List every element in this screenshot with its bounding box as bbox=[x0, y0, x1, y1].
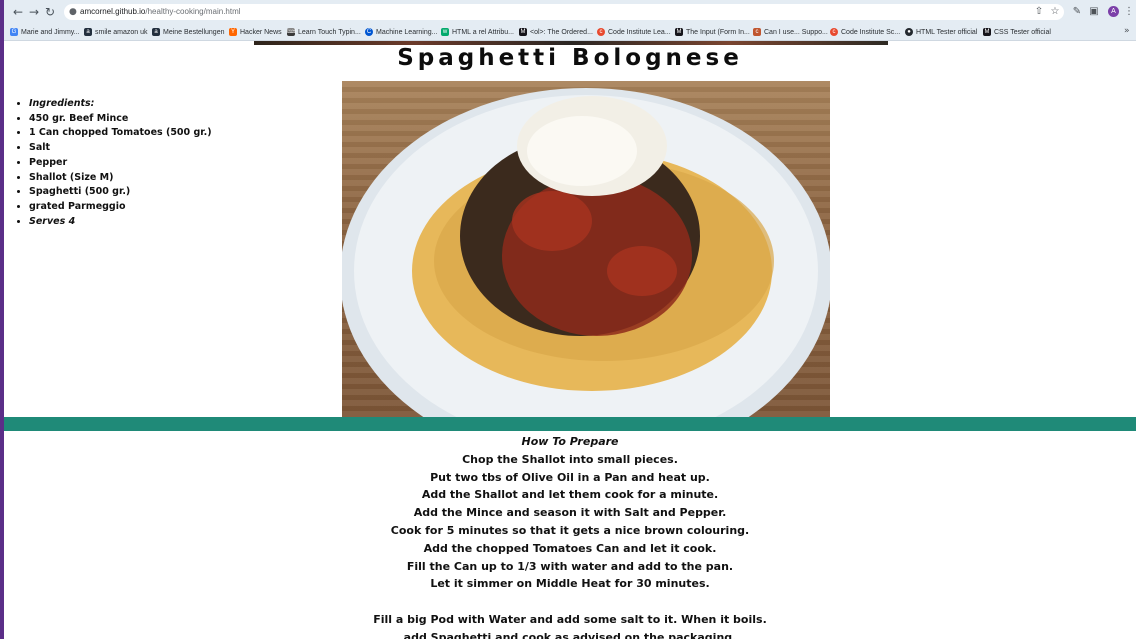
list-item: Spaghetti (500 gr.) bbox=[29, 185, 212, 200]
browser-toolbar: ← → ↻ ● amcornel.github.io/healthy-cooki… bbox=[4, 0, 1136, 25]
bookmark-label: smile amazon uk bbox=[95, 28, 148, 36]
bookmark-label: Learn Touch Typin... bbox=[298, 28, 361, 36]
back-icon[interactable]: ← bbox=[10, 4, 26, 20]
address-bar[interactable]: ● amcornel.github.io/healthy-cooking/mai… bbox=[64, 4, 1064, 20]
how-to-section: How To Prepare Chop the Shallot into sma… bbox=[4, 433, 1136, 639]
list-item: Ingredients: bbox=[29, 97, 212, 112]
forward-icon[interactable]: → bbox=[26, 4, 42, 20]
instruction-line: Add the Shallot and let them cook for a … bbox=[421, 488, 719, 502]
spaghetti-photo bbox=[342, 81, 830, 417]
bookmark-item[interactable]: c Code Institute Sc... bbox=[830, 26, 900, 38]
profile-avatar[interactable]: A bbox=[1108, 6, 1119, 17]
bookmark-label: Code Institute Sc... bbox=[841, 28, 901, 36]
section-divider bbox=[4, 417, 1136, 431]
bookmark-item[interactable]: c Code Institute Lea... bbox=[597, 26, 671, 38]
bookmark-item[interactable]: M CSS Tester official bbox=[983, 26, 1051, 38]
bookmark-label: Hacker News bbox=[240, 28, 282, 36]
instruction-line: add Spaghetti and cook as advised on the… bbox=[403, 630, 737, 639]
code-institute-icon: c bbox=[597, 28, 605, 36]
coursera-icon: C bbox=[365, 28, 373, 36]
instruction-line: Let it simmer on Middle Heat for 30 minu… bbox=[430, 577, 710, 591]
w3schools-icon: w bbox=[441, 28, 449, 36]
lock-icon: ● bbox=[69, 7, 77, 17]
bookmark-item[interactable]: w HTML a rel Attribu... bbox=[441, 26, 514, 38]
bookmark-item[interactable]: ⌨ Learn Touch Typin... bbox=[287, 26, 361, 38]
instruction-line: Chop the Shallot into small pieces. bbox=[462, 452, 678, 466]
github-icon: ● bbox=[905, 28, 913, 36]
list-item: Shallot (Size M) bbox=[29, 171, 212, 186]
page-title: Spaghetti Bolognese bbox=[397, 45, 743, 71]
bookmark-label: CSS Tester official bbox=[994, 28, 1051, 36]
list-item: Salt bbox=[29, 141, 212, 156]
reload-icon[interactable]: ↻ bbox=[42, 4, 58, 20]
bookmarks-bar: G Marie and Jimmy... a smile amazon uk a Me… bbox=[4, 24, 1136, 41]
side-panel-icon[interactable]: ▣ bbox=[1087, 4, 1101, 20]
bookmark-item[interactable]: ● HTML Tester official bbox=[905, 26, 977, 38]
bookmark-item[interactable]: M The Input (Form In... bbox=[675, 26, 750, 38]
ycombinator-icon: Y bbox=[229, 28, 237, 36]
recipe-page: Spaghetti Bolognese Ingredients: 450 gr.… bbox=[4, 41, 1136, 639]
bookmark-item[interactable]: a smile amazon uk bbox=[84, 26, 148, 38]
bookmark-item[interactable]: a Meine Bestellungen bbox=[152, 26, 225, 38]
instruction-line: Fill a big Pod with Water and add some s… bbox=[373, 612, 767, 626]
bookmark-item[interactable]: Y Hacker News bbox=[229, 26, 282, 38]
extensions-icon[interactable]: ✎ bbox=[1070, 4, 1084, 20]
ingredients-list: Ingredients: 450 gr. Beef Mince 1 Can ch… bbox=[14, 97, 212, 229]
plate-illustration bbox=[342, 88, 830, 417]
bookmark-item[interactable]: c Can I use... Suppo... bbox=[753, 26, 828, 38]
list-item: grated Parmeggio bbox=[29, 200, 212, 215]
bookmark-label: Machine Learning... bbox=[376, 28, 438, 36]
mdn-icon: M bbox=[675, 28, 683, 36]
instruction-line: Cook for 5 minutes so that it gets a nic… bbox=[390, 523, 750, 537]
bookmark-label: Meine Bestellungen bbox=[163, 28, 225, 36]
bookmark-label: Can I use... Suppo... bbox=[764, 28, 828, 36]
google-icon: G bbox=[10, 28, 18, 36]
more-bookmarks-icon[interactable]: » bbox=[1124, 26, 1130, 36]
url-host: amcornel.github.io bbox=[80, 7, 146, 16]
bookmark-label: Code Institute Lea... bbox=[608, 28, 671, 36]
bookmark-label: <ol>: The Ordered... bbox=[530, 28, 593, 36]
bookmark-label: HTML Tester official bbox=[916, 28, 978, 36]
bookmark-label: The Input (Form In... bbox=[686, 28, 750, 36]
caniuse-icon: c bbox=[753, 28, 761, 36]
url-text[interactable]: amcornel.github.io/healthy-cooking/main.… bbox=[80, 5, 241, 19]
code-institute-icon: c bbox=[830, 28, 838, 36]
keyboard-icon: ⌨ bbox=[287, 28, 296, 36]
section-title: How To Prepare bbox=[521, 435, 619, 448]
bookmark-star-icon[interactable]: ☆ bbox=[1048, 4, 1062, 20]
list-item: 1 Can chopped Tomatoes (500 gr.) bbox=[29, 126, 212, 141]
url-path: /healthy-cooking/main.html bbox=[145, 7, 241, 16]
bookmark-item[interactable]: C Machine Learning... bbox=[365, 26, 437, 38]
list-item: Pepper bbox=[29, 156, 212, 171]
bookmark-label: HTML a rel Attribu... bbox=[452, 28, 514, 36]
bookmark-label: Marie and Jimmy... bbox=[21, 28, 80, 36]
bookmark-item[interactable]: G Marie and Jimmy... bbox=[10, 26, 80, 38]
instruction-line: Fill the Can up to 1/3 with water and ad… bbox=[406, 559, 734, 573]
mdn-icon: M bbox=[983, 28, 991, 36]
instruction-line: Add the chopped Tomatoes Can and let it … bbox=[423, 541, 717, 555]
instruction-line: Put two tbs of Olive Oil in a Pan and he… bbox=[430, 470, 710, 484]
amazon-icon: a bbox=[152, 28, 160, 36]
list-item: Serves 4 bbox=[29, 215, 212, 230]
instruction-line: Add the Mince and season it with Salt an… bbox=[413, 506, 727, 520]
bookmark-item[interactable]: M <ol>: The Ordered... bbox=[519, 26, 593, 38]
mdn-icon: M bbox=[519, 28, 527, 36]
amazon-icon: a bbox=[84, 28, 92, 36]
menu-kebab-icon[interactable]: ⋮ bbox=[1122, 4, 1136, 20]
share-icon[interactable]: ⇧ bbox=[1032, 4, 1046, 20]
list-item: 450 gr. Beef Mince bbox=[29, 112, 212, 127]
